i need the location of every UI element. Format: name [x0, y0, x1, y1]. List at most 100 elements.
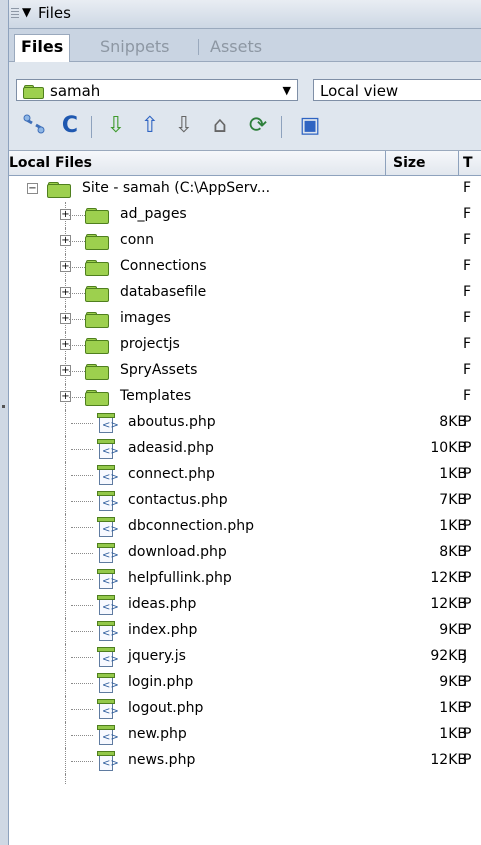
- site-folder-icon: [23, 84, 44, 99]
- tab-snippets[interactable]: Snippets: [94, 35, 176, 59]
- file-type: P: [463, 622, 472, 638]
- file-row[interactable]: <> download.php 8KB P: [9, 540, 481, 566]
- file-size: 10KB: [430, 440, 467, 456]
- file-size: 8KB: [439, 414, 467, 430]
- js-file-icon: <>: [95, 647, 119, 669]
- file-type: P: [463, 570, 472, 586]
- file-type: P: [463, 518, 472, 534]
- synchronize-icon[interactable]: ⟳: [243, 111, 273, 141]
- file-size: 1KB: [439, 700, 467, 716]
- site-select-value: samah: [50, 82, 101, 100]
- folder-icon: [85, 390, 109, 406]
- tab-separator: [198, 39, 199, 55]
- folder-name: databasefile: [120, 284, 207, 300]
- php-file-icon: <>: [95, 595, 119, 617]
- connect-icon[interactable]: [19, 111, 49, 141]
- folder-row[interactable]: + projectjs F: [9, 332, 481, 358]
- file-size: 8KB: [439, 544, 467, 560]
- file-row[interactable]: <> connect.php 1KB P: [9, 462, 481, 488]
- folder-type: F: [463, 336, 472, 352]
- file-type: P: [463, 700, 472, 716]
- folder-row[interactable]: + conn F: [9, 228, 481, 254]
- file-row[interactable]: <> new.php 1KB P: [9, 722, 481, 748]
- file-size: 9KB: [439, 622, 467, 638]
- folder-row[interactable]: + Connections F: [9, 254, 481, 280]
- checkout-icon[interactable]: ⇩: [169, 111, 199, 141]
- file-name: jquery.js: [128, 648, 186, 664]
- refresh-icon[interactable]: C: [55, 111, 85, 141]
- file-row[interactable]: <> ideas.php 12KB P: [9, 592, 481, 618]
- folder-row[interactable]: + Templates F: [9, 384, 481, 410]
- folder-name: projectjs: [120, 336, 180, 352]
- put-icon[interactable]: ⇧: [135, 111, 165, 141]
- folder-name: conn: [120, 232, 155, 248]
- file-size: 1KB: [439, 466, 467, 482]
- column-local-files[interactable]: Local Files: [9, 151, 92, 175]
- collapse-triangle-icon[interactable]: ▼: [22, 5, 31, 19]
- file-name: ideas.php: [128, 596, 197, 612]
- folder-type: F: [463, 232, 472, 248]
- folder-row[interactable]: + databasefile F: [9, 280, 481, 306]
- expand-icon[interactable]: ▣: [295, 111, 325, 141]
- folder-row[interactable]: + images F: [9, 306, 481, 332]
- panel-resize-bar[interactable]: [0, 0, 9, 845]
- php-file-icon: <>: [95, 543, 119, 565]
- file-size: 12KB: [430, 596, 467, 612]
- panel-title: Files: [38, 4, 71, 22]
- folder-name: Templates: [120, 388, 192, 404]
- file-row[interactable]: <> news.php 12KB P: [9, 748, 481, 774]
- file-row[interactable]: <> aboutus.php 8KB P: [9, 410, 481, 436]
- file-row[interactable]: <> dbconnection.php 1KB P: [9, 514, 481, 540]
- folder-type: F: [463, 388, 472, 404]
- checkin-icon[interactable]: ⌂: [205, 111, 235, 141]
- get-icon[interactable]: ⇩: [101, 111, 131, 141]
- file-type: P: [463, 726, 472, 742]
- php-file-icon: <>: [95, 621, 119, 643]
- file-name: download.php: [128, 544, 227, 560]
- file-row[interactable]: <> index.php 9KB P: [9, 618, 481, 644]
- toolbar-icons: C ⇩ ⇧ ⇩ ⌂ ⟳ ▣: [9, 111, 481, 141]
- file-size: 1KB: [439, 518, 467, 534]
- panel-titlebar[interactable]: ▼ Files: [9, 0, 481, 29]
- php-file-icon: <>: [95, 699, 119, 721]
- tab-files[interactable]: Files: [14, 34, 71, 62]
- site-select[interactable]: samah ▼: [16, 79, 298, 101]
- folder-type: F: [463, 206, 472, 222]
- column-divider[interactable]: [385, 151, 386, 175]
- file-type: P: [463, 596, 472, 612]
- file-row[interactable]: <> helpfullink.php 12KB P: [9, 566, 481, 592]
- toolbar-separator: [281, 116, 282, 138]
- file-row[interactable]: <> adeasid.php 10KB P: [9, 436, 481, 462]
- folder-icon: [47, 182, 71, 198]
- column-divider[interactable]: [458, 151, 459, 175]
- file-size: 1KB: [439, 726, 467, 742]
- php-file-icon: <>: [95, 725, 119, 747]
- file-row[interactable]: <> login.php 9KB P: [9, 670, 481, 696]
- drag-grip-icon[interactable]: [15, 8, 19, 20]
- tab-assets[interactable]: Assets: [204, 35, 268, 59]
- toolbar-separator: [91, 116, 92, 138]
- file-list-header: Local Files Size T: [9, 151, 481, 176]
- file-size: 92KB: [430, 648, 467, 664]
- folder-type: F: [463, 284, 472, 300]
- folder-row[interactable]: + SpryAssets F: [9, 358, 481, 384]
- file-size: 7KB: [439, 492, 467, 508]
- root-row[interactable]: − Site - samah (C:\AppServ... F: [9, 176, 481, 202]
- file-row[interactable]: <> jquery.js 92KB J: [9, 644, 481, 670]
- folder-type: F: [463, 310, 472, 326]
- file-name: adeasid.php: [128, 440, 214, 456]
- column-type[interactable]: T: [463, 151, 473, 175]
- file-row[interactable]: <> logout.php 1KB P: [9, 696, 481, 722]
- column-size[interactable]: Size: [393, 151, 426, 175]
- view-select-value: Local view: [320, 82, 399, 100]
- folder-name: SpryAssets: [120, 362, 198, 378]
- folder-row[interactable]: + ad_pages F: [9, 202, 481, 228]
- file-type: P: [463, 466, 472, 482]
- root-name: Site - samah (C:\AppServ...: [82, 180, 271, 196]
- view-select[interactable]: Local view: [313, 79, 481, 101]
- file-type: J: [463, 648, 468, 664]
- file-name: news.php: [128, 752, 196, 768]
- folder-icon: [85, 364, 109, 380]
- file-row[interactable]: <> contactus.php 7KB P: [9, 488, 481, 514]
- collapse-box-icon[interactable]: −: [27, 183, 38, 194]
